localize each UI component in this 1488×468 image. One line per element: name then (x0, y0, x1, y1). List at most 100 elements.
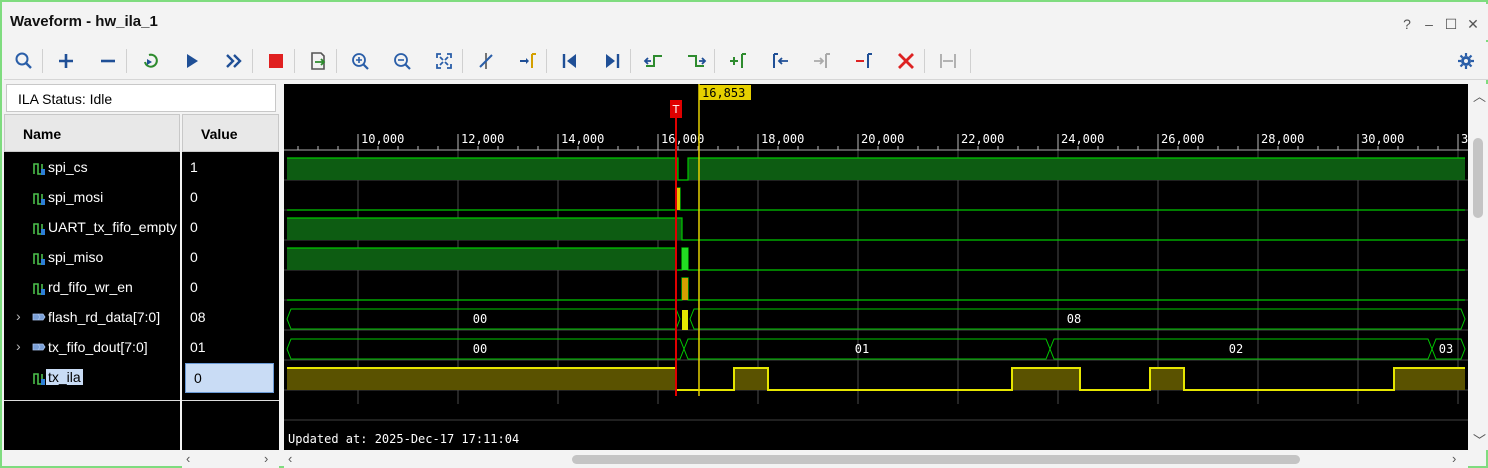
signal-value[interactable]: 0 (182, 273, 279, 303)
bit-signal-icon (32, 160, 46, 176)
bus-signal-icon (32, 340, 46, 356)
close-icon[interactable]: ✕ (1464, 15, 1482, 33)
next-transition-icon[interactable] (684, 50, 708, 72)
signal-name: flash_rd_data[7:0] (48, 309, 161, 325)
signal-name: UART_tx_fifo_empty (48, 219, 177, 235)
gear-icon[interactable] (1454, 50, 1478, 72)
zoom-out-icon[interactable] (390, 50, 414, 72)
signal-row[interactable]: spi_mosi (4, 183, 180, 213)
bus-value-label: 00 (473, 342, 487, 356)
zoom-in-icon[interactable] (348, 50, 372, 72)
expand-chevron-icon[interactable]: › (16, 308, 21, 324)
axis-tick-label: 14,000 (561, 132, 604, 146)
signal-high-region (688, 158, 1465, 180)
bit-signal-icon (32, 280, 46, 296)
axis-tick-label: 10,000 (361, 132, 404, 146)
signal-pulse (682, 248, 688, 270)
restore-icon[interactable]: ☐ (1442, 15, 1460, 33)
waveform-vertical-scrollbar[interactable]: ︿ ﹀ (1469, 84, 1488, 450)
signal-value[interactable]: 0 (185, 363, 274, 393)
waveform-canvas[interactable]: 10,000 12,000 14,000 16,000 18,000 20,000 22,0… (284, 84, 1468, 450)
go-to-last-time-icon[interactable] (600, 50, 624, 72)
signal-high-region (287, 368, 676, 390)
signal-row[interactable]: spi_cs (4, 153, 180, 183)
signal-name: rd_fifo_wr_en (48, 279, 133, 295)
bus-value-label: 02 (1229, 342, 1243, 356)
signal-high-region (1394, 368, 1465, 390)
axis-tick-label: 26,000 (1161, 132, 1204, 146)
cursor-remove-icon[interactable] (474, 50, 498, 72)
bus-value-label: 01 (855, 342, 869, 356)
delete-marker-icon[interactable] (852, 50, 876, 72)
signal-value[interactable]: 0 (182, 213, 279, 243)
cursor-time-label: 16,853 (702, 86, 745, 100)
signal-value-panel: Value 1 0 0 0 0 08 01 0 (182, 114, 279, 450)
signal-row[interactable]: tx_ila (4, 363, 180, 393)
scroll-left-icon[interactable]: ‹ (288, 451, 292, 466)
signal-value[interactable]: 01 (182, 333, 279, 363)
bus-value-label: 03 (1439, 342, 1453, 356)
scroll-left-icon[interactable]: ‹ (186, 451, 190, 466)
minimize-icon[interactable]: – (1420, 15, 1438, 33)
signal-high-region (1012, 368, 1080, 390)
signal-name-panel: Name spi_cs spi_mosi UART_tx_fifo_emptyspi… (4, 114, 180, 450)
previous-transition-icon[interactable] (642, 50, 666, 72)
signal-name: spi_mosi (48, 189, 104, 205)
signal-trace (287, 277, 1465, 301)
zoom-fit-icon[interactable] (432, 50, 456, 72)
signal-value[interactable]: 0 (182, 243, 279, 273)
bus-value-label: 08 (1067, 312, 1081, 326)
export-icon[interactable] (306, 50, 330, 72)
signal-trace (287, 187, 1465, 211)
signal-row[interactable]: › flash_rd_data[7:0] (4, 303, 180, 333)
help-icon[interactable]: ? (1398, 15, 1416, 33)
search-icon[interactable] (12, 50, 36, 72)
scroll-up-icon[interactable]: ︿ (1473, 86, 1486, 105)
scroll-right-icon[interactable]: › (264, 451, 268, 466)
remove-icon[interactable] (96, 50, 120, 72)
signal-high-region (734, 368, 768, 390)
axis-tick-label: 28,000 (1261, 132, 1304, 146)
name-panel-scrollbar[interactable]: ‹ › (182, 451, 279, 468)
add-icon[interactable] (54, 50, 78, 72)
title-bar: Waveform - hw_ila_1 ? – ☐ ✕ (4, 4, 1488, 40)
axis-tick-label: 3 (1461, 132, 1468, 146)
axis-tick-label: 18,000 (761, 132, 804, 146)
bus-signal-icon (32, 310, 46, 326)
go-to-time-zero-icon[interactable] (558, 50, 582, 72)
axis-tick-label: 24,000 (1061, 132, 1104, 146)
signal-row[interactable]: spi_miso (4, 243, 180, 273)
scroll-right-icon[interactable]: › (1452, 451, 1456, 466)
waveform-horizontal-scrollbar[interactable]: ‹ › (284, 451, 1468, 468)
bit-signal-icon (32, 190, 46, 206)
name-column-header[interactable]: Name (4, 114, 180, 152)
bit-signal-icon (32, 220, 46, 236)
signal-name: spi_cs (48, 159, 88, 175)
signal-pulse (682, 278, 688, 300)
bus-value-label: 00 (473, 312, 487, 326)
signal-value[interactable]: 08 (182, 303, 279, 333)
bit-signal-icon (32, 370, 46, 386)
signal-row[interactable]: › tx_fifo_dout[7:0] (4, 333, 180, 363)
delete-all-markers-icon[interactable] (894, 50, 918, 72)
add-marker-icon[interactable] (726, 50, 750, 72)
run-trigger-immediate-icon[interactable] (138, 50, 162, 72)
signal-value[interactable]: 1 (182, 153, 279, 183)
scroll-down-icon[interactable]: ﹀ (1473, 430, 1486, 449)
previous-marker-icon[interactable] (768, 50, 792, 72)
run-continuous-icon[interactable] (222, 50, 246, 72)
stop-icon[interactable] (264, 50, 288, 72)
go-to-cursor-icon[interactable] (516, 50, 540, 72)
signal-row[interactable]: rd_fifo_wr_en (4, 273, 180, 303)
signal-high-region (1150, 368, 1184, 390)
expand-chevron-icon[interactable]: › (16, 338, 21, 354)
toolbar (4, 42, 1488, 80)
signal-row[interactable]: UART_tx_fifo_empty (4, 213, 180, 243)
value-column-header[interactable]: Value (182, 114, 279, 152)
axis-tick-label: 20,000 (861, 132, 904, 146)
run-trigger-icon[interactable] (180, 50, 204, 72)
vertical-scroll-thumb[interactable] (1473, 138, 1483, 218)
horizontal-scroll-thumb[interactable] (572, 455, 1300, 464)
signal-name: spi_miso (48, 249, 104, 265)
signal-value[interactable]: 0 (182, 183, 279, 213)
